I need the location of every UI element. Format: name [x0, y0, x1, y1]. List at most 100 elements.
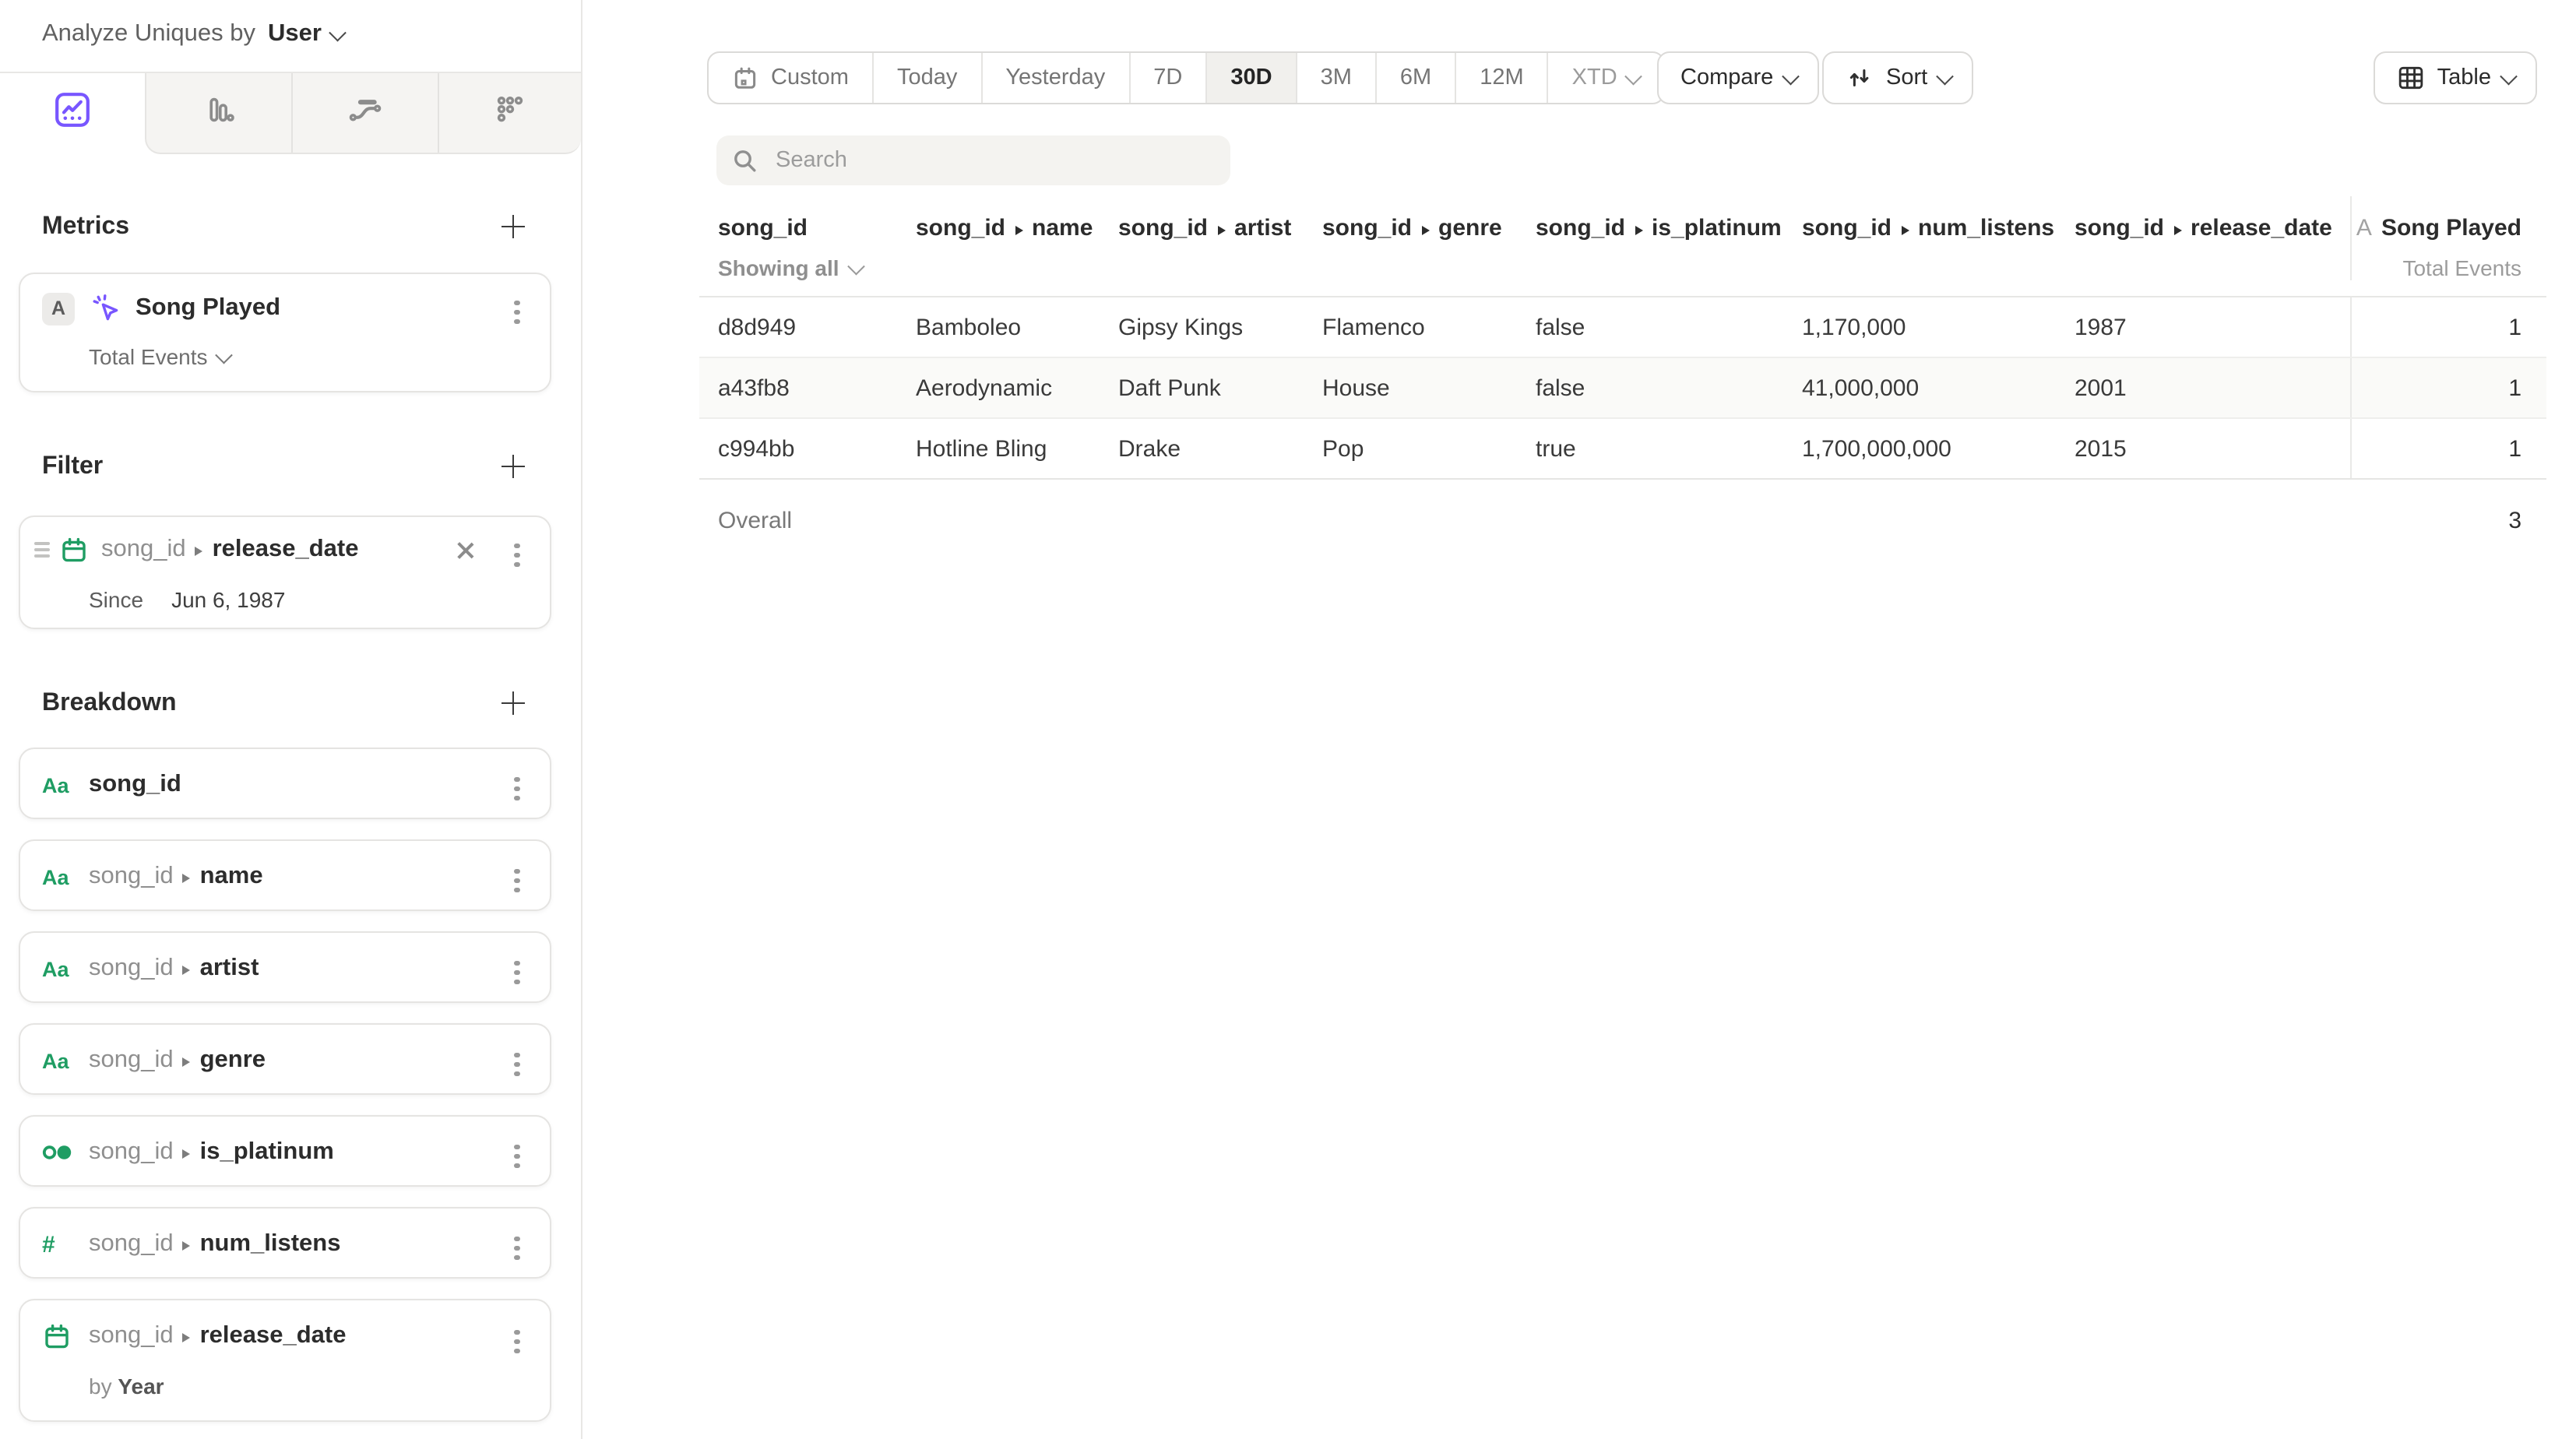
column-header-artist[interactable]: song_idartist — [1118, 196, 1322, 280]
filter-menu-button[interactable] — [506, 539, 528, 572]
breadcrumb-arrow-icon — [183, 1138, 191, 1166]
breakdown-card-num-listens[interactable]: # song_id num_listens — [19, 1207, 551, 1279]
metric-column-header[interactable]: ASong Played Total Events — [2350, 196, 2546, 280]
line-chart-icon — [55, 92, 90, 135]
filter-card[interactable]: song_id release_date Since Jun 6, 1987 — [19, 515, 551, 629]
metric-series-badge: A — [42, 292, 75, 325]
add-metric-button[interactable] — [500, 213, 526, 240]
breakdown-menu-button[interactable] — [506, 1325, 528, 1358]
breakdown-menu-button[interactable] — [506, 1232, 528, 1265]
date-range-6m[interactable]: 6M — [1377, 53, 1456, 103]
cell-is-platinum: false — [1536, 297, 1802, 357]
add-breakdown-button[interactable] — [500, 690, 526, 716]
column-header-song-id[interactable]: song_id Showing all — [699, 196, 916, 280]
view-type-button[interactable]: Table — [2374, 51, 2537, 104]
breadcrumb-arrow-icon — [183, 1322, 191, 1350]
metric-column-title: Song Played — [2381, 215, 2521, 241]
cell-song-id: d8d949 — [699, 297, 916, 357]
remove-filter-button[interactable] — [455, 540, 475, 561]
column-header-label: genre — [1438, 215, 1502, 241]
breakdown-property: num_listens — [200, 1230, 341, 1258]
filter-operator-dropdown[interactable]: Since — [89, 587, 143, 612]
breakdown-card-genre[interactable]: Aa song_id genre — [19, 1023, 551, 1095]
metric-card[interactable]: A Song Played Total Events — [19, 273, 551, 392]
column-header-num-listens[interactable]: song_id num_listens — [1802, 196, 2075, 280]
column-header-name[interactable]: song_idname — [916, 196, 1118, 280]
add-filter-button[interactable] — [500, 453, 526, 480]
breakdown-property: is_platinum — [200, 1138, 334, 1166]
date-bucket-dropdown[interactable]: Year — [118, 1374, 164, 1399]
column-header-release-date[interactable]: song_idrelease_date — [2075, 196, 2350, 280]
query-builder-sidebar: Analyze Uniques by User — [0, 0, 582, 1439]
breakdown-card-name[interactable]: Aa song_id name — [19, 839, 551, 911]
filter-value[interactable]: Jun 6, 1987 — [171, 587, 285, 612]
compare-label: Compare — [1680, 65, 1773, 90]
breakdown-menu-button[interactable] — [506, 864, 528, 897]
cell-name: Bamboleo — [916, 297, 1118, 357]
table-header-row: song_id Showing all song_idname song_ida… — [699, 196, 2546, 297]
breakdown-menu-button[interactable] — [506, 1048, 528, 1081]
breakdown-menu-button[interactable] — [506, 772, 528, 805]
date-range-yesterday[interactable]: Yesterday — [982, 53, 1130, 103]
filter-property: release_date — [213, 536, 359, 564]
analyze-label: Analyze Uniques by — [42, 20, 255, 48]
aggregation-dropdown[interactable]: Total Events — [89, 344, 231, 369]
number-property-icon: # — [42, 1231, 76, 1258]
metric-event-name: Song Played — [135, 294, 280, 322]
column-header-label: num_listens — [1918, 215, 2054, 241]
search-input[interactable] — [772, 146, 1215, 174]
showing-all-dropdown[interactable]: Showing all — [718, 255, 916, 280]
date-range-label: XTD — [1572, 65, 1617, 90]
date-range-today[interactable]: Today — [874, 53, 982, 103]
cell-release-date: 1987 — [2075, 297, 2350, 357]
table-row[interactable]: a43fb8 Aerodynamic Daft Punk House false… — [699, 358, 2546, 419]
breakdown-property: artist — [200, 955, 259, 983]
text-property-icon: Aa — [42, 957, 76, 980]
date-range-3m[interactable]: 3M — [1297, 53, 1377, 103]
cell-song-id: a43fb8 — [699, 358, 916, 417]
tab-bar-chart[interactable] — [147, 73, 293, 153]
date-range-label: Today — [897, 65, 957, 90]
filter-heading: Filter — [42, 453, 103, 481]
drag-handle[interactable] — [34, 543, 50, 558]
tab-line-chart[interactable] — [0, 73, 145, 154]
table-row[interactable]: d8d949 Bamboleo Gipsy Kings Flamenco fal… — [699, 297, 2546, 358]
breakdown-property: name — [200, 863, 263, 891]
breakdown-card-artist[interactable]: Aa song_id artist — [19, 931, 551, 1003]
calendar-icon — [732, 65, 758, 91]
filter-parent-property: song_id — [101, 536, 186, 564]
column-header-parent: song_id — [1536, 215, 1625, 241]
sort-button[interactable]: Sort — [1822, 51, 1973, 104]
date-range-custom[interactable]: Custom — [709, 53, 874, 103]
date-bucket-prefix: by — [89, 1374, 118, 1399]
breakdown-parent: song_id — [89, 863, 174, 891]
inactive-tabs-group — [146, 73, 582, 154]
breakdown-card-song-id[interactable]: Aa song_id — [19, 748, 551, 819]
date-range-xtd[interactable]: XTD — [1549, 53, 1663, 103]
column-header-label: artist — [1234, 215, 1291, 241]
breakdown-card-is-platinum[interactable]: song_id is_platinum — [19, 1115, 551, 1187]
tab-flow[interactable] — [292, 73, 438, 153]
cell-release-date: 2001 — [2075, 358, 2350, 417]
metric-menu-button[interactable] — [506, 296, 528, 329]
analyze-user-dropdown[interactable]: User — [268, 20, 344, 48]
table-row[interactable]: c994bb Hotline Bling Drake Pop true 1,70… — [699, 419, 2546, 478]
breakdown-card-release-date[interactable]: song_id release_date by Year — [19, 1299, 551, 1422]
column-header-parent: song_id — [1802, 215, 1892, 241]
breakdown-menu-button[interactable] — [506, 956, 528, 989]
overall-value: 3 — [2350, 480, 2546, 551]
breakdown-menu-button[interactable] — [506, 1140, 528, 1173]
compare-button[interactable]: Compare — [1657, 51, 1819, 104]
column-header-genre[interactable]: song_idgenre — [1322, 196, 1536, 280]
analyze-header: Analyze Uniques by User — [42, 20, 344, 48]
tab-metrics[interactable] — [438, 73, 583, 153]
date-range-12m[interactable]: 12M — [1456, 53, 1548, 103]
breakdown-parent: song_id — [89, 1230, 174, 1258]
chevron-down-icon — [847, 258, 864, 274]
calendar-icon — [59, 535, 89, 565]
column-header-is-platinum[interactable]: song_idis_platinum — [1536, 196, 1802, 280]
date-range-label: 12M — [1480, 65, 1523, 90]
date-range-7d[interactable]: 7D — [1130, 53, 1207, 103]
cell-genre: House — [1322, 358, 1536, 417]
date-range-30d[interactable]: 30D — [1207, 53, 1297, 103]
